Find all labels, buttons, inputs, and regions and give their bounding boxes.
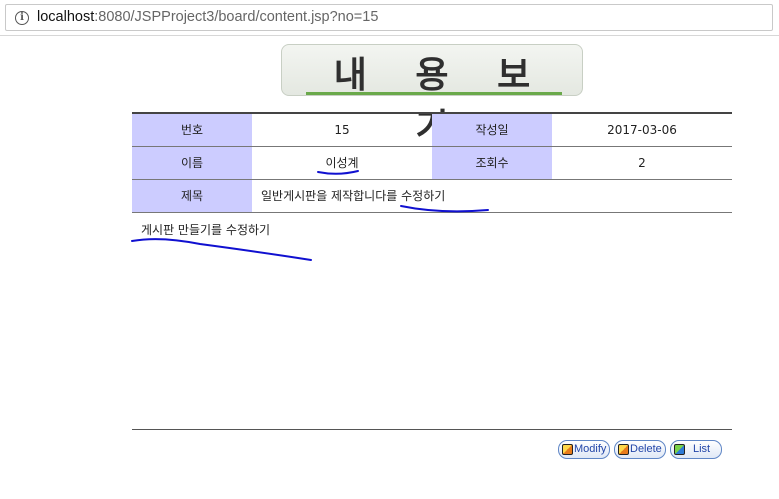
table-row: 이름 이성계 조회수 2 xyxy=(132,146,732,180)
modify-button[interactable]: Modify xyxy=(558,440,610,459)
hits-value: 2 xyxy=(552,146,732,180)
delete-label: Delete xyxy=(630,443,662,455)
list-label: List xyxy=(693,443,711,455)
url-text[interactable]: localhost:8080/JSPProject3/board/content… xyxy=(37,9,378,25)
name-value: 이성계 xyxy=(252,146,432,180)
content-text: 게시판 만들기를 수정하기 xyxy=(141,223,271,237)
table-row: 번호 15 작성일 2017-03-06 xyxy=(132,113,732,147)
browser-address-bar: i localhost:8080/JSPProject3/board/conte… xyxy=(0,0,779,36)
article-content: 게시판 만들기를 수정하기 xyxy=(132,212,732,430)
date-label: 작성일 xyxy=(432,113,552,147)
delete-button[interactable]: Delete xyxy=(614,440,666,459)
subject-value: 일반게시판을 제작합니다를 수정하기 xyxy=(252,179,732,213)
no-value: 15 xyxy=(252,113,432,147)
date-value: 2017-03-06 xyxy=(552,113,732,147)
title-underline xyxy=(306,92,562,95)
hits-label: 조회수 xyxy=(432,146,552,180)
no-label: 번호 xyxy=(132,113,252,147)
name-label: 이름 xyxy=(132,146,252,180)
subject-label: 제목 xyxy=(132,179,252,213)
info-icon[interactable]: i xyxy=(15,11,29,25)
list-button[interactable]: List xyxy=(670,440,722,459)
table-row: 제목 일반게시판을 제작합니다를 수정하기 xyxy=(132,179,732,213)
url-field[interactable]: i localhost:8080/JSPProject3/board/conte… xyxy=(5,4,773,31)
url-path: :8080/JSPProject3/board/content.jsp?no=1… xyxy=(94,9,379,25)
modify-icon xyxy=(562,444,573,455)
title-banner: 내 용 보 기 xyxy=(281,44,583,148)
list-icon xyxy=(674,444,685,455)
article-table: 번호 15 작성일 2017-03-06 이름 이성계 조회수 2 제목 일반게… xyxy=(132,112,732,213)
delete-icon xyxy=(618,444,629,455)
modify-label: Modify xyxy=(574,443,607,455)
url-host: localhost xyxy=(37,9,95,25)
